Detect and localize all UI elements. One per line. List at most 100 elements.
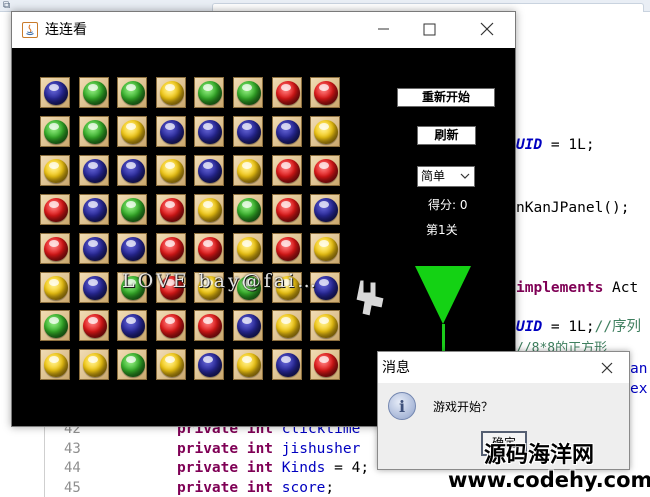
tile-navy[interactable] bbox=[194, 116, 224, 147]
green-ball-icon bbox=[121, 198, 145, 222]
tile-navy[interactable] bbox=[117, 233, 147, 264]
yellow-ball-icon bbox=[237, 353, 261, 377]
tile-yellow[interactable] bbox=[233, 233, 263, 264]
tile-yellow[interactable] bbox=[40, 349, 70, 380]
tile-red[interactable] bbox=[272, 233, 302, 264]
green-ball-icon bbox=[44, 314, 68, 338]
tile-navy[interactable] bbox=[79, 155, 109, 186]
tile-navy[interactable] bbox=[79, 194, 109, 225]
tile-red[interactable] bbox=[40, 194, 70, 225]
tile-green[interactable] bbox=[233, 194, 263, 225]
tile-red[interactable] bbox=[310, 77, 340, 108]
tile-navy[interactable] bbox=[233, 310, 263, 341]
tile-green[interactable] bbox=[79, 116, 109, 147]
code-token: Act bbox=[603, 280, 639, 296]
tile-red[interactable] bbox=[310, 155, 340, 186]
tile-green[interactable] bbox=[233, 77, 263, 108]
tile-red[interactable] bbox=[156, 233, 186, 264]
tile-navy[interactable] bbox=[310, 194, 340, 225]
yellow-ball-icon bbox=[160, 159, 184, 183]
image-watermark-text: LOVE bay@fai… bbox=[122, 270, 320, 292]
code-fragment-panel: nKanJPanel(); bbox=[516, 199, 630, 219]
tile-navy[interactable] bbox=[79, 272, 109, 303]
tile-red[interactable] bbox=[156, 194, 186, 225]
tile-red[interactable] bbox=[156, 310, 186, 341]
tile-red[interactable] bbox=[272, 77, 302, 108]
tile-navy[interactable] bbox=[272, 349, 302, 380]
restart-button[interactable]: 重新开始 bbox=[397, 88, 495, 107]
tile-yellow[interactable] bbox=[156, 349, 186, 380]
code-token: jishusher bbox=[281, 441, 361, 457]
tile-navy[interactable] bbox=[79, 233, 109, 264]
dialog-close-button[interactable] bbox=[595, 357, 619, 379]
tile-green[interactable] bbox=[40, 310, 70, 341]
tile-navy[interactable] bbox=[233, 116, 263, 147]
ide-gutter-marker bbox=[0, 13, 8, 497]
game-titlebar[interactable]: 连连看 bbox=[12, 12, 515, 48]
minimize-button[interactable] bbox=[360, 12, 406, 44]
tile-green[interactable] bbox=[117, 194, 147, 225]
tile-navy[interactable] bbox=[40, 77, 70, 108]
tile-red[interactable] bbox=[79, 310, 109, 341]
code-token: private int bbox=[177, 441, 282, 457]
chevron-down-icon bbox=[460, 173, 470, 179]
green-ball-icon bbox=[237, 198, 261, 222]
code-token: ; bbox=[325, 480, 335, 496]
dialog-message: 游戏开始？ bbox=[433, 400, 494, 414]
red-ball-icon bbox=[314, 159, 338, 183]
tile-green[interactable] bbox=[79, 77, 109, 108]
tile-navy[interactable] bbox=[272, 116, 302, 147]
tile-green[interactable] bbox=[117, 349, 147, 380]
tile-yellow[interactable] bbox=[194, 194, 224, 225]
tile-yellow[interactable] bbox=[310, 310, 340, 341]
tile-green[interactable] bbox=[117, 77, 147, 108]
close-button[interactable] bbox=[464, 12, 510, 44]
code-token: UID bbox=[516, 137, 543, 153]
tile-yellow[interactable] bbox=[156, 77, 186, 108]
tile-navy[interactable] bbox=[194, 349, 224, 380]
yellow-ball-icon bbox=[83, 353, 107, 377]
tile-yellow[interactable] bbox=[79, 349, 109, 380]
tile-yellow[interactable] bbox=[40, 272, 70, 303]
red-ball-icon bbox=[44, 198, 68, 222]
difficulty-select[interactable]: 简单 bbox=[417, 166, 475, 187]
tile-green[interactable] bbox=[40, 116, 70, 147]
tile-yellow[interactable] bbox=[156, 155, 186, 186]
tile-navy[interactable] bbox=[117, 310, 147, 341]
code-token: UID bbox=[516, 319, 543, 335]
tile-red[interactable] bbox=[40, 233, 70, 264]
tile-red[interactable] bbox=[194, 233, 224, 264]
code-token: = 1L; bbox=[542, 137, 595, 153]
tile-yellow[interactable] bbox=[117, 116, 147, 147]
yellow-ball-icon bbox=[44, 276, 68, 300]
tile-navy[interactable] bbox=[194, 155, 224, 186]
dialog-title: 消息 bbox=[382, 360, 410, 376]
code-token: score bbox=[281, 480, 326, 496]
tile-red[interactable] bbox=[272, 155, 302, 186]
navy-ball-icon bbox=[83, 159, 107, 183]
tile-yellow[interactable] bbox=[272, 310, 302, 341]
tile-red[interactable] bbox=[310, 349, 340, 380]
green-ball-icon bbox=[83, 120, 107, 144]
maximize-button[interactable] bbox=[406, 12, 452, 44]
java-app-icon bbox=[22, 22, 38, 38]
code-line: private int jishusher bbox=[177, 440, 360, 460]
tile-yellow[interactable] bbox=[233, 155, 263, 186]
dialog-titlebar[interactable]: 消息 bbox=[378, 352, 629, 383]
yellow-ball-icon bbox=[237, 159, 261, 183]
code-fragment-ex: ex bbox=[630, 380, 647, 400]
tile-red[interactable] bbox=[194, 310, 224, 341]
code-token: private int bbox=[177, 480, 282, 496]
tile-yellow[interactable] bbox=[310, 116, 340, 147]
tile-yellow[interactable] bbox=[40, 155, 70, 186]
yellow-ball-icon bbox=[237, 237, 261, 261]
tile-yellow[interactable] bbox=[310, 233, 340, 264]
code-fragment-uid-2: UID = 1L;//序列 bbox=[516, 318, 641, 338]
tile-navy[interactable] bbox=[156, 116, 186, 147]
tile-red[interactable] bbox=[272, 194, 302, 225]
tile-yellow[interactable] bbox=[233, 349, 263, 380]
tile-green[interactable] bbox=[194, 77, 224, 108]
refresh-button[interactable]: 刷新 bbox=[417, 126, 476, 145]
tile-navy[interactable] bbox=[117, 155, 147, 186]
green-ball-icon bbox=[83, 81, 107, 105]
